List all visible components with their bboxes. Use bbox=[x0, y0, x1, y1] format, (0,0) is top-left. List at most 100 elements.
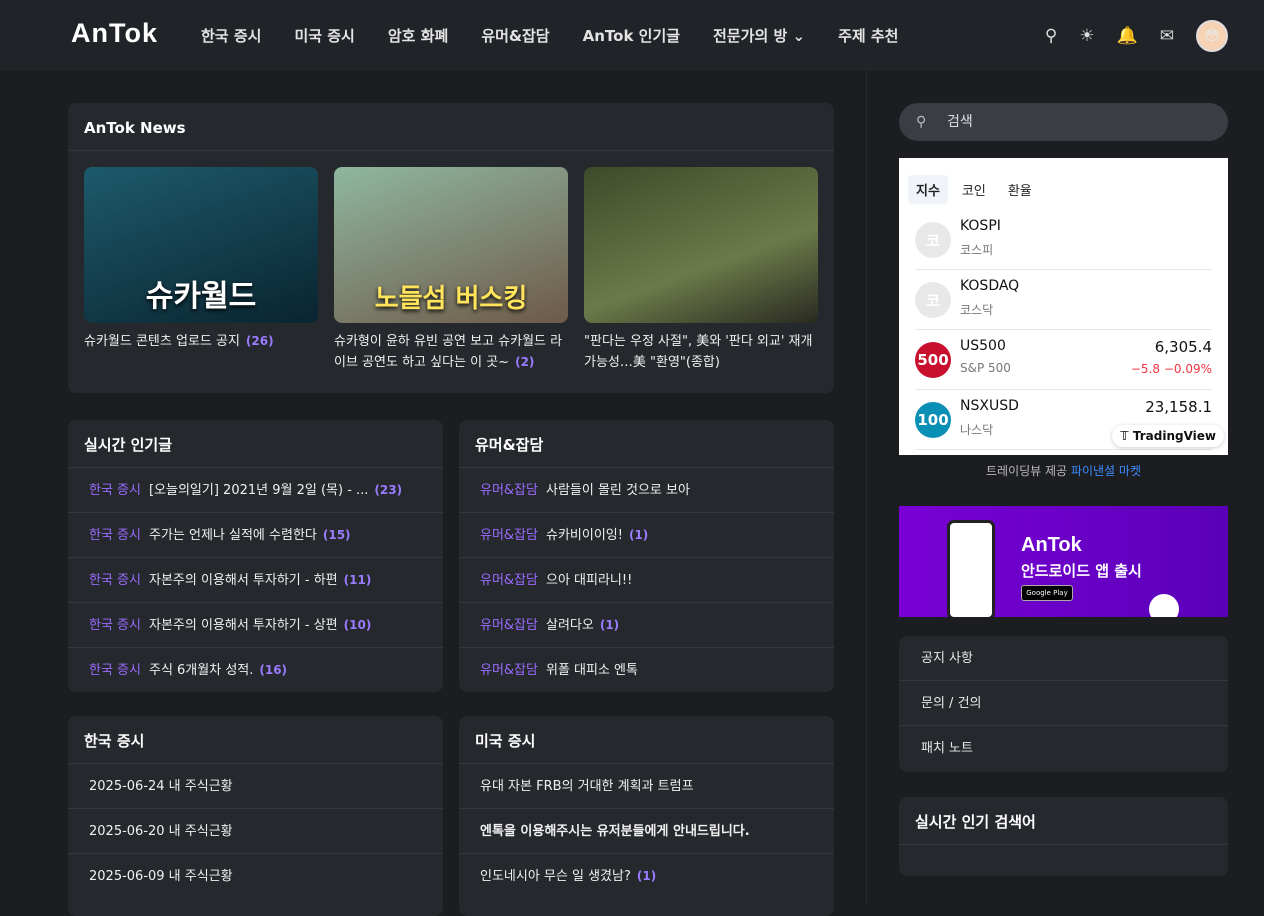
nav-popular[interactable]: AnTok 인기글 bbox=[583, 25, 680, 46]
mail-icon[interactable]: ✉ bbox=[1160, 26, 1174, 46]
nav-us-stock[interactable]: 미국 증시 bbox=[294, 25, 354, 46]
post-row[interactable]: 엔톡을 이용해주시는 유저분들에게 안내드립니다. bbox=[459, 809, 834, 854]
post-title[interactable]: 2025-06-20 내 주식근황 bbox=[89, 824, 233, 839]
post-title[interactable]: 으아 대피라니!! bbox=[546, 573, 632, 588]
category[interactable]: 한국 증시 bbox=[89, 663, 141, 678]
category[interactable]: 유머&잡담 bbox=[480, 573, 538, 588]
tab-coin[interactable]: 코인 bbox=[954, 175, 994, 204]
news-item[interactable]: 노들섬 버스킹 슈카형이 윤하 유빈 공연 보고 슈카월드 라이브 공연도 하고… bbox=[334, 167, 568, 373]
post-row[interactable]: 유머&잡담 으아 대피라니!! bbox=[459, 558, 834, 603]
post-row[interactable]: 한국 증시 [오늘의일기] 2021년 9월 2일 (목) - ... (23) bbox=[68, 468, 443, 513]
comment-count: (2) bbox=[515, 355, 535, 369]
logo[interactable]: AnTok bbox=[71, 18, 158, 49]
comment-count: (1) bbox=[628, 528, 649, 542]
news-thumbnail[interactable] bbox=[584, 167, 818, 323]
category[interactable]: 한국 증시 bbox=[89, 528, 141, 543]
category[interactable]: 유머&잡담 bbox=[480, 483, 538, 498]
symbol-row[interactable]: 500 US500 S&P 500 6,305.4 −5.8 −0.09% bbox=[915, 330, 1212, 390]
card-title: 유머&잡담 bbox=[459, 420, 834, 468]
category[interactable]: 유머&잡담 bbox=[480, 663, 538, 678]
news-item[interactable]: 슈카월드 슈카월드 콘텐츠 업로드 공지 (26) bbox=[84, 167, 318, 373]
post-row[interactable]: 한국 증시 주가는 언제나 실적에 수렴한다 (15) bbox=[68, 513, 443, 558]
banner-text: 안드로이드 앱 출시 bbox=[1021, 562, 1142, 580]
news-title: AnTok News bbox=[68, 103, 834, 151]
comment-count: (16) bbox=[259, 663, 288, 677]
links-card: 공지 사항 문의 / 건의 패치 노트 bbox=[899, 636, 1228, 772]
link-patch-notes[interactable]: 패치 노트 bbox=[899, 726, 1228, 771]
news-thumbnail[interactable]: 슈카월드 bbox=[84, 167, 318, 323]
us-stock-card: 미국 증시 유대 자본 FRB의 거대한 계획과 트럼프 엔톡을 이용해주시는 … bbox=[459, 716, 834, 916]
category[interactable]: 유머&잡담 bbox=[480, 618, 538, 633]
post-row[interactable]: 유머&잡담 슈카비이이잉! (1) bbox=[459, 513, 834, 558]
google-play-badge[interactable]: Google Play bbox=[1021, 585, 1073, 601]
post-row[interactable]: 2025-06-09 내 주식근황 bbox=[68, 854, 443, 899]
news-headline[interactable]: 슈카월드 콘텐츠 업로드 공지 bbox=[84, 334, 240, 349]
nav-humor[interactable]: 유머&잡담 bbox=[481, 25, 549, 46]
post-row[interactable]: 유머&잡담 위폴 대피소 엔톡 bbox=[459, 648, 834, 692]
category[interactable]: 유머&잡담 bbox=[480, 528, 538, 543]
header: AnTok 한국 증시 미국 증시 암호 화폐 유머&잡담 AnTok 인기글 … bbox=[0, 0, 1264, 70]
post-row[interactable]: 유머&잡담 사람들이 몰린 것으로 보아 bbox=[459, 468, 834, 513]
news-headline[interactable]: "판다는 우정 사절", 美와 '판다 외교' 재개 가능성…美 "환영"(종합… bbox=[584, 334, 812, 370]
post-title[interactable]: 엔톡을 이용해주시는 유저분들에게 안내드립니다. bbox=[480, 824, 750, 839]
post-title[interactable]: 2025-06-09 내 주식근황 bbox=[89, 869, 233, 884]
banner-logo: AnTok bbox=[1021, 534, 1082, 556]
tab-index[interactable]: 지수 bbox=[908, 175, 948, 204]
avatar[interactable]: 😳 bbox=[1196, 20, 1228, 52]
symbol-value: 23,158.1 bbox=[1145, 398, 1212, 416]
category[interactable]: 한국 증시 bbox=[89, 573, 141, 588]
post-row[interactable]: 2025-06-24 내 주식근황 bbox=[68, 764, 443, 809]
comment-count: (23) bbox=[374, 483, 403, 497]
symbol-desc: 코스닥 bbox=[960, 303, 994, 317]
post-row[interactable]: 한국 증시 주식 6개월차 성적. (16) bbox=[68, 648, 443, 692]
news-item[interactable]: "판다는 우정 사절", 美와 '판다 외교' 재개 가능성…美 "환영"(종합… bbox=[584, 167, 818, 373]
comment-count: (10) bbox=[343, 618, 372, 632]
post-title[interactable]: 2025-06-24 내 주식근황 bbox=[89, 779, 233, 794]
nav-crypto[interactable]: 암호 화폐 bbox=[388, 25, 448, 46]
post-title[interactable]: 인도네시아 무슨 일 생겼남? bbox=[480, 869, 631, 884]
post-row[interactable]: 유머&잡담 살려다오 (1) bbox=[459, 603, 834, 648]
tradingview-badge[interactable]: 𝕋 TradingView bbox=[1112, 425, 1224, 447]
bell-icon[interactable]: 🔔 bbox=[1117, 26, 1138, 46]
search-input[interactable]: ⚲ 검색 bbox=[899, 103, 1228, 141]
post-row[interactable]: 한국 증시 자본주의 이용해서 투자하기 - 상편 (10) bbox=[68, 603, 443, 648]
link-inquiry[interactable]: 문의 / 건의 bbox=[899, 681, 1228, 726]
mascot-icon bbox=[1149, 594, 1179, 617]
post-row[interactable]: 한국 증시 자본주의 이용해서 투자하기 - 하편 (11) bbox=[68, 558, 443, 603]
nav-experts[interactable]: 전문가의 방 ⌄ bbox=[713, 25, 805, 46]
card-title: 실시간 인기글 bbox=[68, 420, 443, 468]
post-title[interactable]: 위폴 대피소 엔톡 bbox=[546, 663, 638, 678]
symbol-logo: 코 bbox=[915, 222, 951, 258]
post-title[interactable]: 자본주의 이용해서 투자하기 - 상편 bbox=[149, 618, 338, 633]
tab-exchange[interactable]: 환율 bbox=[1000, 175, 1040, 204]
category[interactable]: 한국 증시 bbox=[89, 483, 141, 498]
post-title[interactable]: 자본주의 이용해서 투자하기 - 하편 bbox=[149, 573, 338, 588]
post-title[interactable]: 슈카비이이잉! bbox=[546, 528, 623, 543]
post-row[interactable]: 유대 자본 FRB의 거대한 계획과 트럼프 bbox=[459, 764, 834, 809]
nav-korea-stock[interactable]: 한국 증시 bbox=[201, 25, 261, 46]
search-icon[interactable]: ⚲ bbox=[1045, 26, 1057, 46]
news-thumbnail[interactable]: 노들섬 버스킹 bbox=[334, 167, 568, 323]
theme-toggle-icon[interactable]: ☀ bbox=[1079, 26, 1094, 46]
post-title[interactable]: 주가는 언제나 실적에 수렴한다 bbox=[149, 528, 317, 543]
post-title[interactable]: 주식 6개월차 성적. bbox=[149, 663, 253, 678]
post-title[interactable]: 사람들이 몰린 것으로 보아 bbox=[546, 483, 690, 498]
main-nav: 한국 증시 미국 증시 암호 화폐 유머&잡담 AnTok 인기글 전문가의 방… bbox=[201, 25, 932, 46]
card-title: 실시간 인기 검색어 bbox=[899, 797, 1228, 845]
symbol-name: NSXUSD bbox=[960, 398, 1019, 414]
nav-topics[interactable]: 주제 추천 bbox=[838, 25, 898, 46]
post-title[interactable]: 살려다오 bbox=[546, 618, 594, 633]
symbol-row[interactable]: 코 KOSPI 코스피 bbox=[915, 210, 1212, 270]
app-banner[interactable]: AnTok 안드로이드 앱 출시 Google Play bbox=[899, 506, 1228, 617]
post-title[interactable]: [오늘의일기] 2021년 9월 2일 (목) - ... bbox=[149, 483, 368, 498]
symbol-row[interactable]: 코 KOSDAQ 코스닥 bbox=[915, 270, 1212, 330]
category[interactable]: 한국 증시 bbox=[89, 618, 141, 633]
credit-link[interactable]: 파이낸셜 마켓 bbox=[1071, 464, 1141, 478]
post-row[interactable]: 인도네시아 무슨 일 생겼남? (1) bbox=[459, 854, 834, 899]
link-notice[interactable]: 공지 사항 bbox=[899, 636, 1228, 681]
korea-stock-card: 한국 증시 2025-06-24 내 주식근황 2025-06-20 내 주식근… bbox=[68, 716, 443, 916]
post-row[interactable]: 2025-06-20 내 주식근황 bbox=[68, 809, 443, 854]
column-divider bbox=[866, 70, 867, 903]
popular-posts-card: 실시간 인기글 한국 증시 [오늘의일기] 2021년 9월 2일 (목) - .… bbox=[68, 420, 443, 692]
post-title[interactable]: 유대 자본 FRB의 거대한 계획과 트럼프 bbox=[480, 779, 694, 794]
